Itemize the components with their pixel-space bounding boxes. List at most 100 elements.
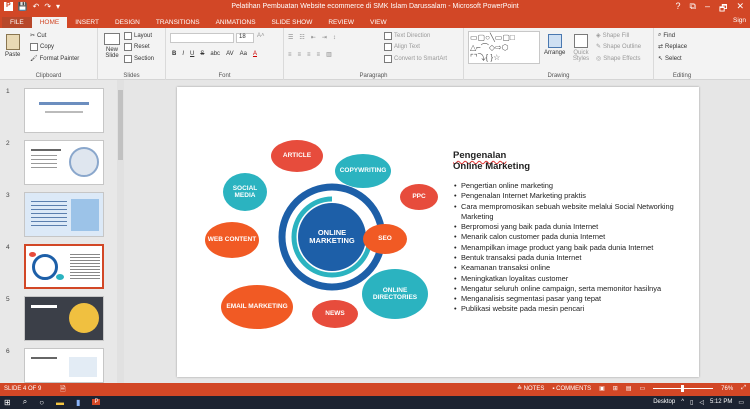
columns-icon[interactable]: ▥	[326, 51, 332, 58]
format-painter-button[interactable]: 🖌 Format Painter	[30, 55, 79, 63]
font-name-dropdown[interactable]	[170, 33, 234, 43]
thumb-image	[69, 357, 97, 377]
thumbnail-scrollbar[interactable]	[117, 80, 124, 383]
notifications-icon[interactable]: ▭	[738, 399, 744, 406]
zoom-slider[interactable]	[653, 385, 714, 392]
drawing-label: Drawing	[547, 73, 570, 79]
reset-button[interactable]: Reset	[124, 43, 150, 51]
desktop-toolbar[interactable]: Desktop	[653, 399, 675, 406]
quick-styles-button[interactable]: Quick Styles	[570, 34, 592, 62]
justify-icon[interactable]: ≡	[317, 52, 321, 58]
spellcheck-icon[interactable]: 🗎	[60, 385, 66, 396]
shape-effects-button[interactable]: ◎ Shape Effects	[596, 55, 641, 63]
bold-button[interactable]: B	[172, 51, 176, 57]
bubble-ppc: PPC	[400, 184, 438, 210]
tab-slide-show[interactable]: SLIDE SHOW	[264, 17, 321, 28]
section-button[interactable]: Section	[124, 55, 154, 63]
bullets-icon[interactable]: ☰	[288, 34, 293, 41]
tab-design[interactable]: DESIGN	[107, 17, 148, 28]
tab-review[interactable]: REVIEW	[320, 17, 362, 28]
normal-view-icon[interactable]: ▣	[599, 385, 605, 392]
bullet-item: Berpromosi yang baik pada dunia Internet	[453, 222, 693, 233]
numbering-icon[interactable]: ☷	[299, 34, 304, 41]
slide-canvas[interactable]: ONLINE MARKETING ARTICLE COPYWRITING PPC…	[177, 87, 699, 377]
heading-line-2: Online Marketing	[453, 161, 531, 173]
italic-button[interactable]: I	[182, 51, 184, 57]
sorter-view-icon[interactable]: ⊞	[613, 385, 618, 392]
store-icon[interactable]: ▮	[76, 398, 80, 407]
clock[interactable]: 5:12 PM	[710, 399, 732, 406]
volume-icon[interactable]: ◁	[699, 399, 704, 406]
outdent-icon[interactable]: ⇥	[322, 34, 327, 41]
paragraph-group: ☰ ☷ ⇤ ⇥ ↕ ≡ ≡ ≡ ≡ ▥ Text Direction Align…	[284, 28, 464, 80]
shape-fill-button[interactable]: ◈ Shape Fill	[596, 32, 629, 40]
slide-thumbnail-4[interactable]	[24, 244, 104, 289]
convert-smartart-button[interactable]: Convert to SmartArt	[384, 55, 447, 63]
slides-label: Slides	[123, 73, 140, 79]
tab-transitions[interactable]: TRANSITIONS	[148, 17, 208, 28]
select-button[interactable]: ↖ Select	[658, 55, 682, 63]
scrollbar-thumb[interactable]	[118, 90, 123, 160]
slide-thumbnail-5[interactable]	[24, 296, 104, 341]
smartart-icon	[384, 55, 392, 63]
replace-button[interactable]: ⇄ Replace	[658, 43, 687, 51]
font-color-button[interactable]: A	[253, 51, 257, 57]
slideshow-view-icon[interactable]: ▭	[640, 385, 646, 392]
strikethrough-button[interactable]: S	[200, 51, 204, 57]
slide-thumbnail-1[interactable]	[24, 88, 104, 133]
line-spacing-icon[interactable]: ↕	[333, 35, 336, 41]
text-direction-button[interactable]: Text Direction	[384, 32, 430, 40]
bullet-item: Cara mempromosikan sebuah website melalu…	[453, 202, 693, 223]
cut-button[interactable]: ✂ Cut	[30, 32, 46, 40]
zoom-level[interactable]: 76%	[721, 386, 733, 392]
tab-home[interactable]: HOME	[31, 17, 68, 28]
windows-start-icon[interactable]: ⊞	[4, 398, 11, 407]
align-text-button[interactable]: Align Text	[384, 43, 420, 51]
fit-slide-icon[interactable]: ⤢	[741, 385, 746, 392]
char-spacing-button[interactable]: AV	[226, 51, 234, 57]
comments-button[interactable]: ▪ COMMENTS	[552, 386, 591, 392]
tab-view[interactable]: VIEW	[362, 17, 395, 28]
new-slide-button[interactable]: New Slide	[102, 33, 122, 59]
align-right-icon[interactable]: ≡	[307, 52, 311, 58]
tab-animations[interactable]: ANIMATIONS	[208, 17, 264, 28]
align-left-icon[interactable]: ≡	[288, 52, 292, 58]
file-explorer-icon[interactable]: ▬	[56, 398, 64, 407]
copy-button[interactable]: Copy	[30, 43, 54, 51]
arrange-button[interactable]: Arrange	[544, 34, 565, 56]
ribbon: Paste ✂ Cut Copy 🖌 Format Painter Clipboar…	[0, 28, 750, 80]
bullet-item: Menganalisis segmentasi pasar yang tepat	[453, 294, 693, 305]
slide-thumbnail-3[interactable]	[24, 192, 104, 237]
slide-thumbnail-2[interactable]	[24, 140, 104, 185]
slide-heading[interactable]: Pengenalan Online Marketing	[453, 150, 530, 173]
powerpoint-taskbar-icon[interactable]: P	[92, 399, 101, 405]
tray-chevron-icon[interactable]: ^	[681, 399, 684, 406]
paste-button[interactable]: Paste	[5, 34, 20, 58]
bullet-list[interactable]: Pengertian online marketing Pengenalan I…	[453, 181, 693, 315]
change-case-button[interactable]: Aa	[240, 51, 247, 57]
reading-view-icon[interactable]: ▤	[626, 385, 632, 392]
thumb-image	[69, 303, 99, 333]
shapes-gallery[interactable]: ▭▢○╲▭▢□ △⌐⌒◇⇨⬡ ⌜⌝⤵{ }☆	[468, 31, 540, 64]
tab-file[interactable]: FILE	[2, 17, 32, 28]
network-icon[interactable]: ▯	[690, 399, 693, 406]
task-view-icon[interactable]: ○	[39, 398, 44, 407]
indent-icon[interactable]: ⇤	[311, 34, 316, 41]
taskbar: ⊞ ⌕ ○ ▬ ▮ P Desktop ^ ▯ ◁ 5:12 PM ▭	[0, 396, 750, 409]
thumb-title-bar	[31, 305, 57, 308]
search-icon[interactable]: ⌕	[23, 397, 27, 407]
drawing-group: ▭▢○╲▭▢□ △⌐⌒◇⇨⬡ ⌜⌝⤵{ }☆ Arrange Quick Style…	[464, 28, 654, 80]
layout-button[interactable]: Layout	[124, 32, 152, 40]
grow-font-button[interactable]: A˄	[257, 33, 265, 39]
align-center-icon[interactable]: ≡	[298, 52, 302, 58]
user-signin[interactable]: Sign	[733, 17, 746, 24]
shadow-button[interactable]: abc	[210, 51, 220, 57]
bullet-item: Mengatur seluruh online campaign, serta …	[453, 284, 693, 295]
slide-thumbnail-6[interactable]	[24, 348, 104, 383]
underline-button[interactable]: U	[190, 51, 194, 57]
shape-outline-button[interactable]: ✎ Shape Outline	[596, 43, 641, 51]
tab-insert[interactable]: INSERT	[67, 17, 107, 28]
font-size-dropdown[interactable]: 18	[236, 33, 254, 43]
find-button[interactable]: ⌕ Find	[658, 32, 675, 39]
notes-button[interactable]: ≙ NOTES	[517, 385, 544, 392]
